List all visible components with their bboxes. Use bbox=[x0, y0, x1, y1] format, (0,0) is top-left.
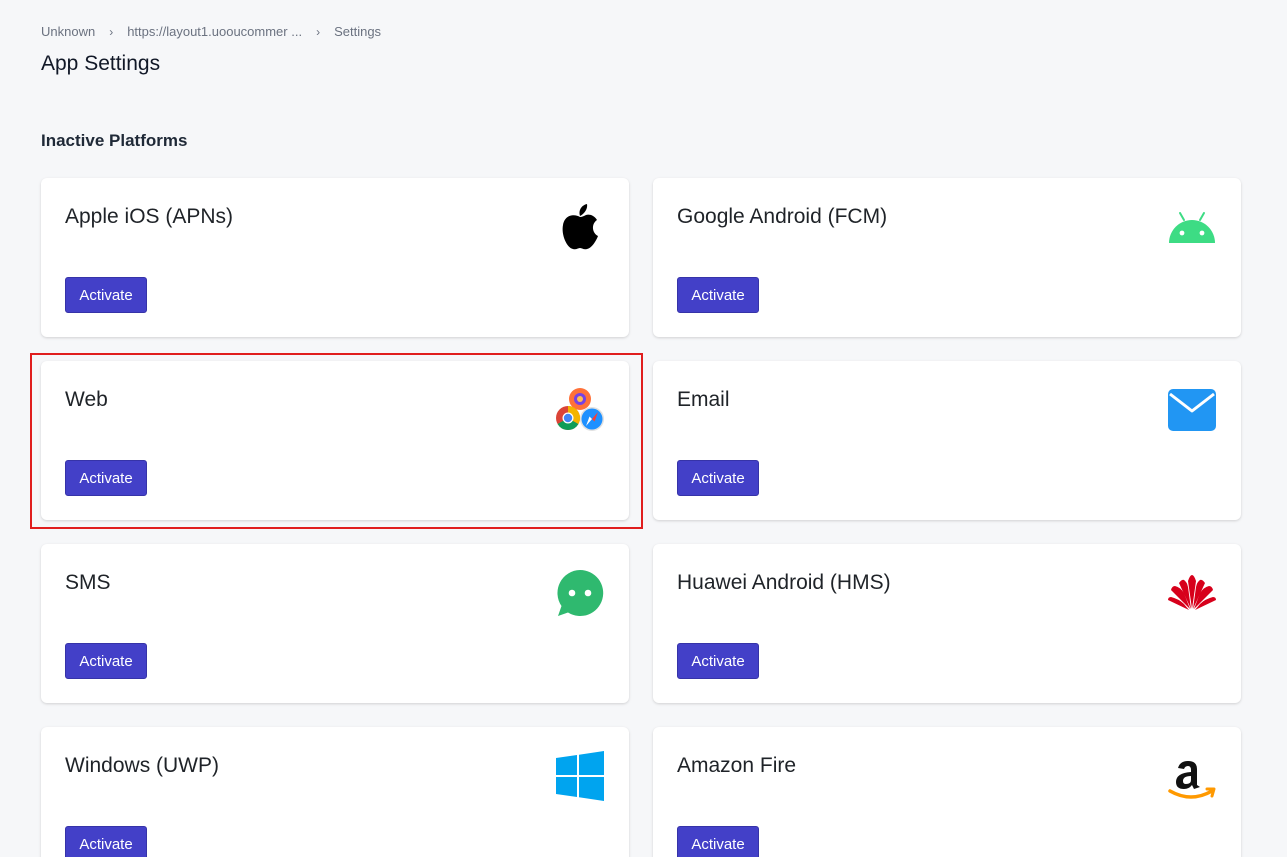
activate-button[interactable]: Activate bbox=[65, 277, 147, 313]
platform-card-google-android: Google Android (FCM) Activate bbox=[653, 178, 1241, 337]
platform-card-huawei-android: Huawei Android (HMS) Activate bbox=[653, 544, 1241, 703]
huawei-icon bbox=[1167, 568, 1217, 618]
app-settings-page: Unknown › https://layout1.uooucommer ...… bbox=[0, 0, 1287, 857]
platform-card-apple-ios: Apple iOS (APNs) Activate bbox=[41, 178, 629, 337]
platform-title: Email bbox=[677, 388, 730, 411]
platform-title: Huawei Android (HMS) bbox=[677, 571, 891, 594]
email-icon bbox=[1167, 385, 1217, 435]
platform-title: Web bbox=[65, 388, 108, 411]
activate-button[interactable]: Activate bbox=[677, 277, 759, 313]
platform-card-sms: SMS Activate bbox=[41, 544, 629, 703]
platform-grid: Apple iOS (APNs) Activate Google Android… bbox=[41, 178, 1241, 857]
amazon-icon bbox=[1167, 751, 1217, 801]
platform-title: Google Android (FCM) bbox=[677, 205, 888, 228]
breadcrumb-item-url[interactable]: https://layout1.uooucommer ... bbox=[127, 24, 302, 39]
activate-button[interactable]: Activate bbox=[677, 826, 759, 857]
platform-title: Apple iOS (APNs) bbox=[65, 205, 234, 228]
apple-icon bbox=[555, 202, 605, 252]
android-icon bbox=[1167, 202, 1217, 252]
platform-title: SMS bbox=[65, 571, 111, 594]
section-title-inactive-platforms: Inactive Platforms bbox=[41, 131, 188, 150]
platform-card-amazon-fire: Amazon Fire Activate bbox=[653, 727, 1241, 857]
platform-card-email: Email Activate bbox=[653, 361, 1241, 520]
web-browsers-icon bbox=[555, 385, 605, 435]
windows-icon bbox=[555, 751, 605, 801]
chevron-right-icon: › bbox=[316, 24, 321, 39]
platform-card-windows-uwp: Windows (UWP) Activate bbox=[41, 727, 629, 857]
activate-button[interactable]: Activate bbox=[65, 826, 147, 857]
activate-button[interactable]: Activate bbox=[677, 460, 759, 496]
activate-button[interactable]: Activate bbox=[65, 643, 147, 679]
breadcrumb-item-settings: Settings bbox=[334, 24, 382, 39]
platform-title: Windows (UWP) bbox=[65, 754, 220, 777]
breadcrumb: Unknown › https://layout1.uooucommer ...… bbox=[41, 24, 381, 39]
breadcrumb-item-unknown[interactable]: Unknown bbox=[41, 24, 95, 39]
sms-icon bbox=[555, 568, 605, 618]
platform-title: Amazon Fire bbox=[677, 754, 797, 777]
activate-button[interactable]: Activate bbox=[677, 643, 759, 679]
chevron-right-icon: › bbox=[109, 24, 114, 39]
page-title: App Settings bbox=[41, 52, 161, 75]
activate-button[interactable]: Activate bbox=[65, 460, 147, 496]
platform-card-web: Web Activate bbox=[41, 361, 629, 520]
